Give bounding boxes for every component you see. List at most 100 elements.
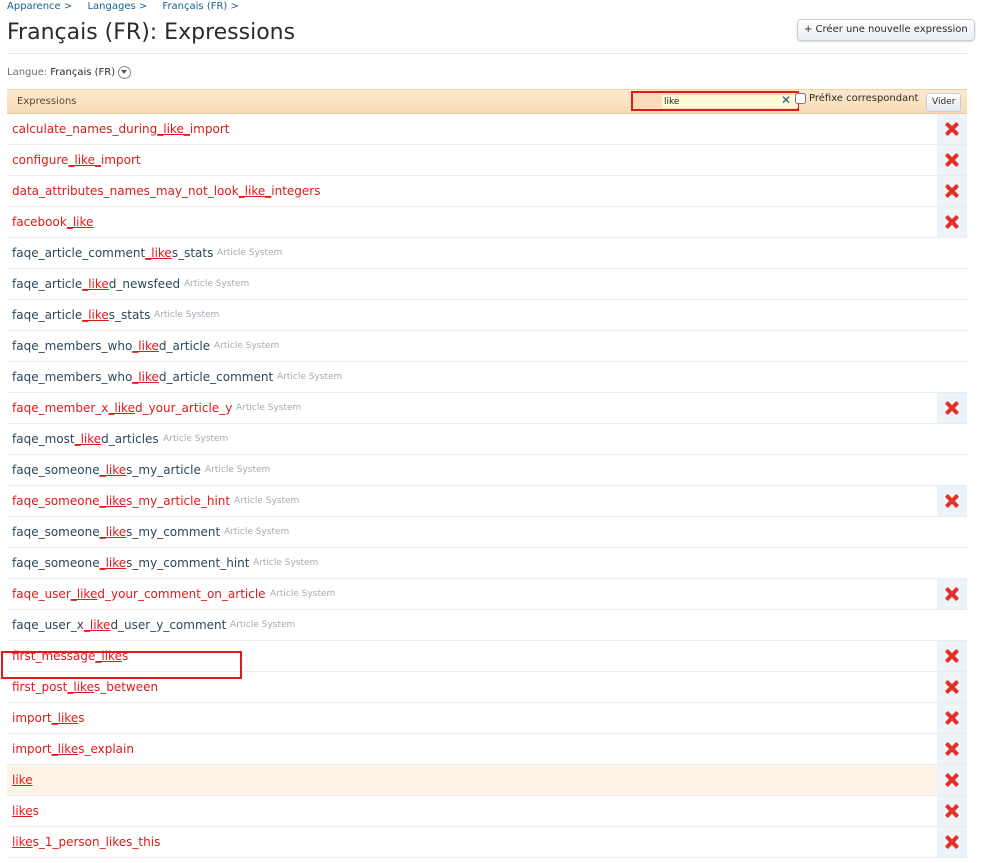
phrase-link[interactable]: likes [12,804,39,818]
delete-icon[interactable] [945,804,959,818]
phrase-text-suffix: d_user_y_comment [110,618,227,632]
breadcrumb-item-langages[interactable]: Langages > [87,1,147,12]
phrase-link[interactable]: faqe_article_likes_stats [12,308,150,322]
phrase-link[interactable]: faqe_member_x_liked_your_article_y [12,401,232,415]
phrase-text-suffix: d_your_article_y [134,401,233,415]
phrase-row: data_attributes_names_may_not_look_like_… [7,176,967,207]
phrase-link[interactable]: data_attributes_names_may_not_look_like_… [12,184,320,198]
phrase-link[interactable]: facebook_like [12,215,93,229]
delete-icon[interactable] [945,649,959,663]
addon-label: Article System [230,620,296,630]
delete-icon[interactable] [945,122,959,136]
phrase-text-suffix: d_articles [101,432,159,446]
delete-icon[interactable] [945,742,959,756]
phrase-text-suffix: s [121,649,129,663]
addon-label: Article System [214,341,280,351]
breadcrumb-item-apparence[interactable]: Apparence > [7,1,72,12]
phrase-link[interactable]: import_likes [12,711,84,725]
language-selector: Langue: Français (FR) [7,66,132,79]
breadcrumb: Apparence > Langages > Français (FR) > [7,1,239,12]
phrase-text-match: like [12,835,33,849]
language-value[interactable]: Français (FR) [50,67,115,78]
phrase-link[interactable]: faqe_members_who_liked_article [12,339,210,353]
delete-icon[interactable] [945,401,959,415]
phrase-link[interactable]: first_post_likes_between [12,680,158,694]
delete-icon[interactable] [945,587,959,601]
phrase-text-suffix: d_article_comment [158,370,274,384]
delete-icon[interactable] [945,153,959,167]
title-divider [7,53,967,54]
phrase-text-match: _like [95,649,122,663]
phrase-link[interactable]: faqe_user_x_liked_user_y_comment [12,618,226,632]
phrase-link[interactable]: configure_like_import [12,153,141,167]
delete-cell [937,827,967,857]
phrase-text-match: _like [132,339,159,353]
delete-icon[interactable] [945,835,959,849]
delete-icon[interactable] [945,680,959,694]
phrase-row: configure_like_import [7,145,967,176]
phrase-row: first_message_likes [7,641,967,672]
filter-input[interactable] [662,95,798,108]
phrase-text-match: _like [99,463,127,477]
phrase-row: faqe_members_who_liked_article_comment Ar… [7,362,967,393]
clear-button[interactable]: Vider [926,93,962,112]
addon-label: Article System [234,496,300,506]
phrase-link[interactable]: first_message_likes [12,649,128,663]
phrase-text-match: _like [132,370,159,384]
phrase-link[interactable]: faqe_user_liked_your_comment_on_article [12,587,266,601]
delete-cell [937,579,967,609]
clear-filter-icon[interactable]: ✕ [781,93,791,107]
phrase-row: calculate_names_during_like_import [7,114,967,145]
delete-cell [937,114,967,144]
phrase-link[interactable]: faqe_someone_likes_my_article [12,463,201,477]
phrase-text-prefix: faqe_someone [12,556,100,570]
delete-icon[interactable] [945,711,959,725]
phrase-link[interactable]: calculate_names_during_like_import [12,122,229,136]
phrase-row: likes_1_person_likes_this [7,827,967,858]
list-header-title: Expressions [17,96,77,107]
breadcrumb-item-language[interactable]: Français (FR) > [162,1,238,12]
prefix-match-checkbox[interactable] [795,93,806,104]
delete-icon[interactable] [945,494,959,508]
delete-icon[interactable] [945,773,959,787]
phrase-link[interactable]: faqe_someone_likes_my_article_hint [12,494,230,508]
phrase-text-suffix: s_between [93,680,159,694]
phrase-link[interactable]: faqe_someone_likes_my_comment [12,525,220,539]
addon-label: Article System [236,403,302,413]
phrase-link[interactable]: likes_1_person_likes_this [12,835,160,849]
phrase-text-match: _like [108,401,135,415]
phrase-text-match: like [12,804,33,818]
phrase-text-prefix: import [12,711,52,725]
delete-cell [937,486,967,516]
chevron-down-icon[interactable] [118,66,132,79]
phrase-link[interactable]: faqe_article_comment_likes_stats [12,246,213,260]
phrase-text-suffix: s_my_comment_hint [126,556,250,570]
addon-label: Article System [184,279,250,289]
phrase-text-match: _like_ [157,122,190,136]
language-label: Langue: [7,67,48,78]
filter-box: ✕ [631,91,799,111]
phrase-text-match: like [12,773,33,787]
phrase-text-prefix: faqe_article [12,308,83,322]
phrase-link[interactable]: like [12,773,33,787]
phrase-text-match: _like [99,525,127,539]
phrase-text-prefix: faqe_someone [12,494,100,508]
addon-label: Article System [154,310,220,320]
delete-icon[interactable] [945,184,959,198]
phrase-link[interactable]: faqe_most_liked_articles [12,432,159,446]
phrase-text-prefix: data_attributes_names_may_not_look [12,184,239,198]
prefix-match-label: Préfixe correspondant [809,93,919,104]
prefix-match-option[interactable]: Préfixe correspondant [795,93,918,104]
phrase-text-suffix: s_my_comment [126,525,221,539]
phrase-link[interactable]: faqe_someone_likes_my_comment_hint [12,556,249,570]
phrase-row: import_likes_explain [7,734,967,765]
phrase-link[interactable]: faqe_members_who_liked_article_comment [12,370,273,384]
delete-cell [937,765,967,795]
create-phrase-button[interactable]: + Créer une nouvelle expression [797,19,975,41]
phrase-link[interactable]: faqe_article_liked_newsfeed [12,277,180,291]
phrase-text-prefix: first_post [12,680,68,694]
phrase-text-prefix: facebook [12,215,67,229]
delete-icon[interactable] [945,215,959,229]
phrase-link[interactable]: import_likes_explain [12,742,134,756]
addon-label: Article System [253,558,319,568]
